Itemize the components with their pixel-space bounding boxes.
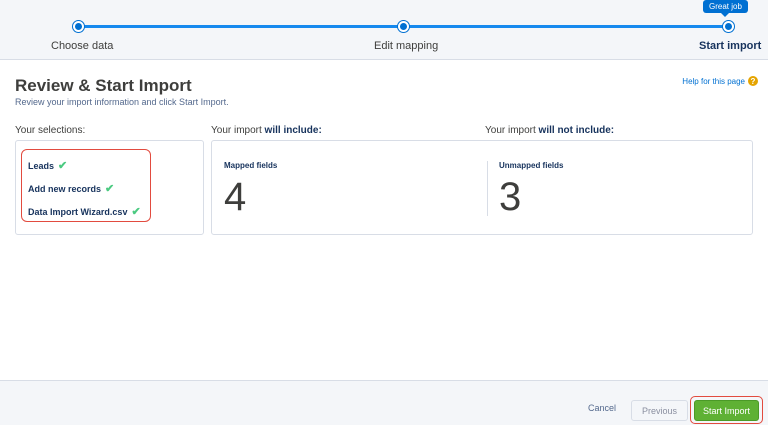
selection-item-label: Data Import Wizard.csv xyxy=(28,206,128,217)
panel-divider xyxy=(487,161,488,216)
help-link[interactable]: Help for this page ? xyxy=(682,76,758,86)
selection-item-label: Leads xyxy=(28,160,55,171)
footer-bar: Cancel Previous Start Import xyxy=(0,380,768,425)
selections-heading: Your selections: xyxy=(15,125,86,136)
step-dot-start-import xyxy=(723,21,734,32)
selection-item-label: Add new records xyxy=(28,183,102,194)
help-link-label: Help for this page xyxy=(682,76,745,86)
exclude-heading: Your import will not include: xyxy=(485,125,614,136)
mapped-fields-count: 4 xyxy=(224,175,247,219)
selection-item-object: Leads ✔ xyxy=(28,159,67,172)
include-heading-bold: will include: xyxy=(264,125,322,136)
step-label-choose-data[interactable]: Choose data xyxy=(51,40,113,52)
previous-button[interactable]: Previous xyxy=(631,400,688,421)
mapped-fields-label: Mapped fields xyxy=(224,161,278,170)
cancel-button[interactable]: Cancel xyxy=(588,403,616,413)
exclude-heading-prefix: Your import xyxy=(485,125,539,136)
unmapped-fields-label: Unmapped fields xyxy=(499,161,564,170)
selections-panel: Leads ✔ Add new records ✔ Data Import Wi… xyxy=(15,140,204,235)
page-subtitle: Review your import information and click… xyxy=(15,97,229,107)
page-title: Review & Start Import xyxy=(15,76,192,95)
selection-item-action: Add new records ✔ xyxy=(28,182,114,195)
wizard-progress: Great job Choose data Edit mapping Start… xyxy=(0,0,768,60)
selection-item-file: Data Import Wizard.csv ✔ xyxy=(28,205,141,218)
great-job-tooltip: Great job xyxy=(703,0,748,17)
import-summary-panel: Mapped fields 4 Unmapped fields 3 xyxy=(211,140,753,235)
start-import-button[interactable]: Start Import xyxy=(694,400,759,421)
check-icon: ✔ xyxy=(58,160,68,172)
step-label-edit-mapping[interactable]: Edit mapping xyxy=(374,40,438,52)
include-heading: Your import will include: xyxy=(211,125,322,136)
step-dot-choose-data xyxy=(73,21,84,32)
exclude-heading-bold: will not include: xyxy=(538,125,615,136)
step-label-start-import: Start import xyxy=(699,40,762,52)
check-icon: ✔ xyxy=(131,206,141,218)
help-icon: ? xyxy=(748,76,758,86)
check-icon: ✔ xyxy=(105,183,115,195)
include-heading-prefix: Your import xyxy=(211,125,265,136)
unmapped-fields-count: 3 xyxy=(499,175,522,219)
step-dot-edit-mapping xyxy=(398,21,409,32)
